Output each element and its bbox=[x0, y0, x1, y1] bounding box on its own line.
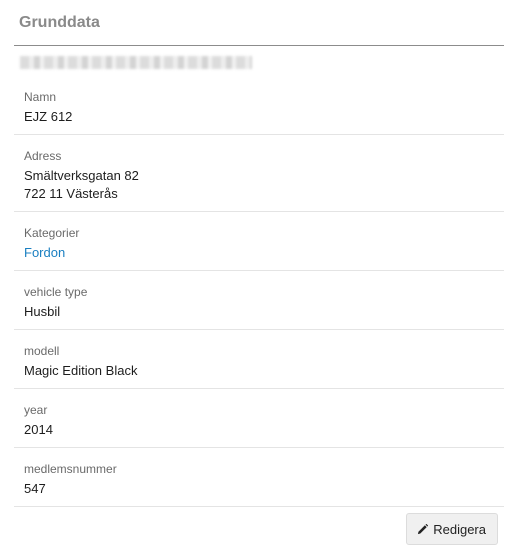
basic-data-panel: Grunddata Namn EJZ 612 Adress Smältverks… bbox=[14, 0, 504, 559]
field-label: modell bbox=[24, 344, 60, 358]
field-label: medlemsnummer bbox=[24, 462, 117, 476]
field-member-number: medlemsnummer 547 bbox=[14, 448, 504, 507]
field-label: vehicle type bbox=[24, 285, 88, 299]
field-label: Kategorier bbox=[24, 226, 80, 240]
edit-button-label: Redigera bbox=[433, 521, 486, 537]
field-value: 2014 bbox=[24, 422, 53, 437]
field-value: EJZ 612 bbox=[24, 109, 73, 124]
field-name: Namn EJZ 612 bbox=[14, 76, 504, 135]
panel-footer: Redigera bbox=[14, 507, 504, 559]
edit-button[interactable]: Redigera bbox=[406, 513, 498, 545]
field-value: Magic Edition Black bbox=[24, 363, 138, 378]
pencil-icon bbox=[417, 523, 429, 535]
field-label: year bbox=[24, 403, 48, 417]
field-address: Adress Smältverksgatan 82 722 11 Västerå… bbox=[14, 135, 504, 212]
field-label: Adress bbox=[24, 149, 62, 163]
category-link[interactable]: Fordon bbox=[24, 244, 504, 262]
field-label: Namn bbox=[24, 90, 57, 104]
field-value: Husbil bbox=[24, 304, 61, 319]
address-line-1: Smältverksgatan 82 bbox=[24, 168, 139, 183]
field-value: 547 bbox=[24, 481, 46, 496]
address-line-2: 722 11 Västerås bbox=[24, 186, 118, 201]
redacted-text bbox=[20, 56, 252, 69]
field-vehicle-type: vehicle type Husbil bbox=[14, 271, 504, 330]
redacted-text-row bbox=[14, 46, 504, 76]
panel-title: Grunddata bbox=[14, 0, 504, 46]
field-categories: Kategorier Fordon bbox=[14, 212, 504, 271]
field-model: modell Magic Edition Black bbox=[14, 330, 504, 389]
field-year: year 2014 bbox=[14, 389, 504, 448]
